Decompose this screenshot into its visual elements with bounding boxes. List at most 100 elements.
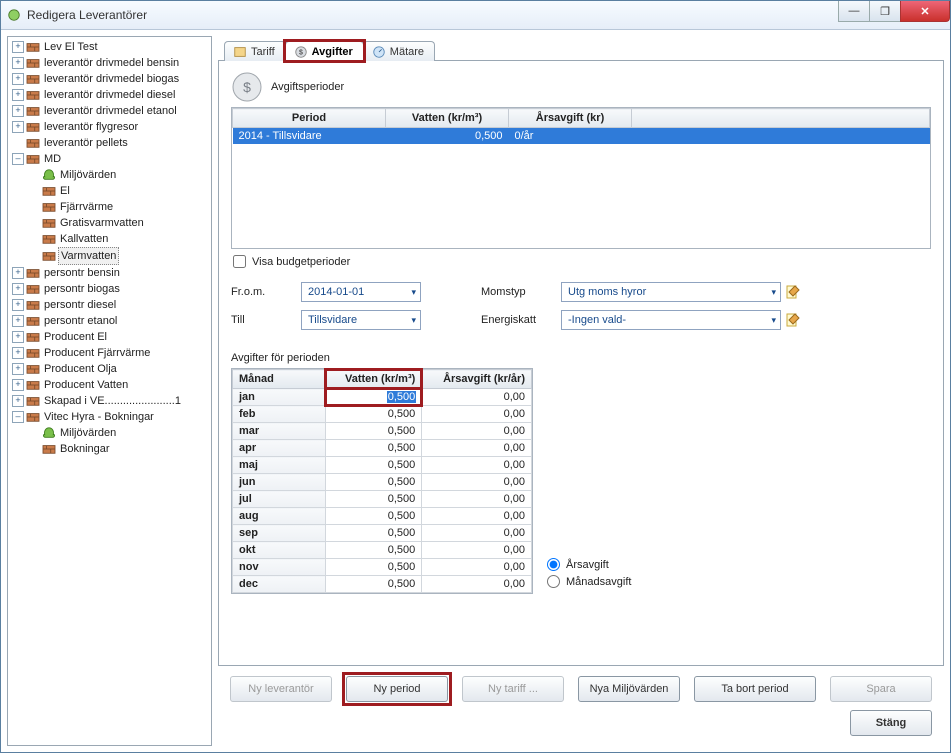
vatten-month-cell[interactable]: 0,500 xyxy=(326,406,422,423)
delete-period-button[interactable]: Ta bort period xyxy=(694,676,816,702)
period-grid[interactable]: Period Vatten (kr/m³) Årsavgift (kr) 201… xyxy=(231,107,931,249)
vatten-month-cell[interactable]: 0,500 xyxy=(326,389,422,406)
tree-item[interactable]: +leverantör drivmedel biogas xyxy=(10,71,211,87)
vatten-month-cell[interactable]: 0,500 xyxy=(326,576,422,593)
tree-expander[interactable]: + xyxy=(12,41,24,53)
tree-item[interactable]: +Lev El Test xyxy=(10,39,211,55)
month-row[interactable]: jul0,5000,00 xyxy=(233,491,532,508)
tree-expander[interactable]: + xyxy=(12,315,24,327)
radio-manadsavgift[interactable] xyxy=(547,575,560,588)
vatten-month-cell[interactable]: 0,500 xyxy=(326,457,422,474)
tree-item[interactable]: +Skapad i VE.......................1 xyxy=(10,393,211,409)
save-button[interactable]: Spara xyxy=(830,676,932,702)
col-manad[interactable]: Månad xyxy=(233,370,326,389)
tree-expander[interactable]: + xyxy=(12,89,24,101)
tree-item[interactable]: +persontr bensin xyxy=(10,265,211,281)
tree-expander[interactable]: + xyxy=(12,347,24,359)
tree-item[interactable]: Fjärrvärme xyxy=(26,199,212,215)
arsavgift-month-cell[interactable]: 0,00 xyxy=(422,406,532,423)
tree-item[interactable]: +Producent Fjärrvärme xyxy=(10,345,211,361)
vatten-month-cell[interactable]: 0,500 xyxy=(326,474,422,491)
tree-item[interactable]: El xyxy=(26,183,212,199)
vatten-month-cell[interactable]: 0,500 xyxy=(326,423,422,440)
col-vatten[interactable]: Vatten (kr/m³) xyxy=(386,109,509,128)
tree-item[interactable]: +leverantör drivmedel bensin xyxy=(10,55,211,71)
tree-item[interactable]: +Producent Vatten xyxy=(10,377,211,393)
tab-tariff[interactable]: Tariff xyxy=(224,41,286,61)
tree-expander[interactable]: + xyxy=(12,267,24,279)
vatten-month-cell[interactable]: 0,500 xyxy=(326,440,422,457)
tree-item[interactable]: Miljövärden xyxy=(26,425,212,441)
col-period[interactable]: Period xyxy=(233,109,386,128)
tree-item[interactable]: +persontr diesel xyxy=(10,297,211,313)
vatten-edit-input[interactable]: 0,500 xyxy=(324,387,423,407)
tree-expander[interactable]: + xyxy=(12,105,24,117)
maximize-button[interactable]: ❐ xyxy=(869,1,901,22)
show-budget-checkbox[interactable] xyxy=(233,255,246,268)
tree-expander[interactable]: + xyxy=(12,283,24,295)
month-row[interactable]: maj0,5000,00 xyxy=(233,457,532,474)
tree-item[interactable]: –Vitec Hyra - Bokningar xyxy=(10,409,211,425)
tree-item[interactable]: Kallvatten xyxy=(26,231,212,247)
tree-expander[interactable]: + xyxy=(12,363,24,375)
vatten-month-cell[interactable]: 0,500 xyxy=(326,542,422,559)
month-row[interactable]: aug0,5000,00 xyxy=(233,508,532,525)
month-row[interactable]: okt0,5000,00 xyxy=(233,542,532,559)
vatten-month-cell[interactable]: 0,500 xyxy=(326,559,422,576)
energi-combo[interactable]: -Ingen vald- ▾ xyxy=(561,310,781,330)
new-period-button[interactable]: Ny period xyxy=(346,676,448,702)
month-row[interactable]: nov0,5000,00 xyxy=(233,559,532,576)
arsavgift-month-cell[interactable]: 0,00 xyxy=(422,457,532,474)
col-arsavgift-month[interactable]: Årsavgift (kr/år) xyxy=(422,370,532,389)
tree-expander[interactable]: + xyxy=(12,57,24,69)
arsavgift-month-cell[interactable]: 0,00 xyxy=(422,474,532,491)
month-row[interactable]: jan0,5000,00 xyxy=(233,389,532,406)
arsavgift-month-cell[interactable]: 0,00 xyxy=(422,542,532,559)
new-env-button[interactable]: Nya Miljövärden xyxy=(578,676,680,702)
edit-icon[interactable] xyxy=(785,284,801,300)
from-date-combo[interactable]: 2014-01-01 ▾ xyxy=(301,282,421,302)
tab-avgifter[interactable]: $ Avgifter xyxy=(285,41,364,61)
month-row[interactable]: apr0,5000,00 xyxy=(233,440,532,457)
tree-expander[interactable]: + xyxy=(12,395,24,407)
arsavgift-month-cell[interactable]: 0,00 xyxy=(422,389,532,406)
till-date-combo[interactable]: Tillsvidare ▾ xyxy=(301,310,421,330)
tree-item[interactable]: leverantör pellets xyxy=(10,135,211,151)
tree-item[interactable]: +persontr biogas xyxy=(10,281,211,297)
moms-combo[interactable]: Utg moms hyror ▾ xyxy=(561,282,781,302)
month-row[interactable]: mar0,5000,00 xyxy=(233,423,532,440)
tree-item[interactable]: +Producent El xyxy=(10,329,211,345)
radio-arsavgift[interactable] xyxy=(547,558,560,571)
tree-expander[interactable]: + xyxy=(12,73,24,85)
new-tariff-button[interactable]: Ny tariff ... xyxy=(462,676,564,702)
vatten-month-cell[interactable]: 0,500 xyxy=(326,508,422,525)
arsavgift-month-cell[interactable]: 0,00 xyxy=(422,491,532,508)
arsavgift-month-cell[interactable]: 0,00 xyxy=(422,508,532,525)
month-row[interactable]: sep0,5000,00 xyxy=(233,525,532,542)
tree-item[interactable]: –MD xyxy=(10,151,211,167)
tree-item[interactable]: Varmvatten xyxy=(26,247,212,265)
tree-expander[interactable]: + xyxy=(12,379,24,391)
tree-expander[interactable]: + xyxy=(12,299,24,311)
period-row[interactable]: 2014 - Tillsvidare 0,500 0/år xyxy=(233,128,930,145)
tree-expander[interactable]: + xyxy=(12,121,24,133)
supplier-tree[interactable]: +Lev El Test+leverantör drivmedel bensin… xyxy=(7,36,212,746)
col-arsavgift[interactable]: Årsavgift (kr) xyxy=(509,109,632,128)
minimize-button[interactable]: — xyxy=(838,1,870,22)
col-vatten-month[interactable]: Vatten (kr/m³) xyxy=(326,370,422,389)
month-row[interactable]: dec0,5000,00 xyxy=(233,576,532,593)
tree-expander[interactable]: – xyxy=(12,153,24,165)
vatten-month-cell[interactable]: 0,500 xyxy=(326,525,422,542)
tree-expander[interactable]: + xyxy=(12,331,24,343)
tree-item[interactable]: +persontr etanol xyxy=(10,313,211,329)
month-grid[interactable]: Månad Vatten (kr/m³) Årsavgift (kr/år) j… xyxy=(231,368,533,594)
month-row[interactable]: feb0,5000,00 xyxy=(233,406,532,423)
edit-icon[interactable] xyxy=(785,312,801,328)
tree-expander[interactable]: – xyxy=(12,411,24,423)
vatten-month-cell[interactable]: 0,500 xyxy=(326,491,422,508)
tree-item[interactable]: Bokningar xyxy=(26,441,212,457)
close-button[interactable]: ✕ xyxy=(900,1,950,22)
tree-item[interactable]: +leverantör drivmedel diesel xyxy=(10,87,211,103)
month-row[interactable]: jun0,5000,00 xyxy=(233,474,532,491)
tree-item[interactable]: +leverantör drivmedel etanol xyxy=(10,103,211,119)
